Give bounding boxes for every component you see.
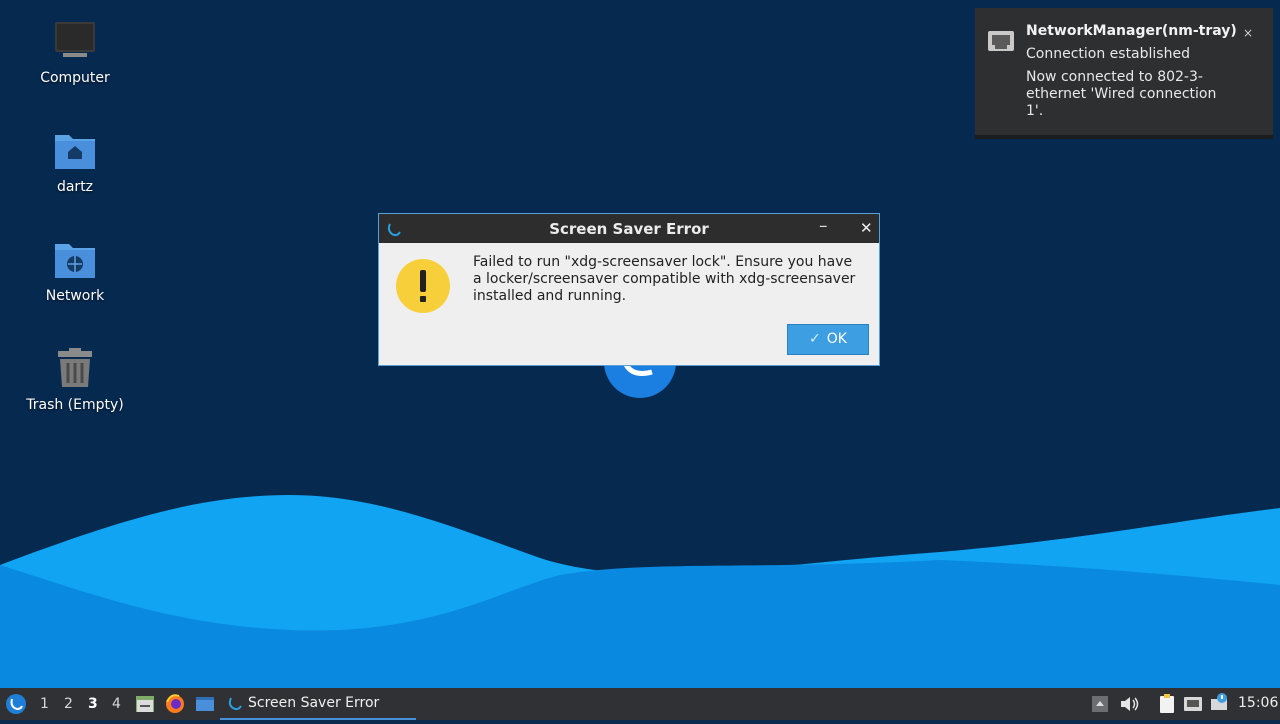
file-manager-icon bbox=[136, 696, 154, 712]
desktop-icon-network[interactable]: Network bbox=[20, 238, 130, 304]
desktop-icon-label: Computer bbox=[40, 70, 110, 86]
notification-tray-button[interactable] bbox=[1208, 688, 1230, 720]
notification-popup[interactable]: NetworkManager(nm-tray) Connection estab… bbox=[975, 8, 1273, 139]
volume-icon bbox=[1121, 697, 1139, 711]
desktop-icon-computer[interactable]: Computer bbox=[20, 20, 130, 86]
clock[interactable]: 15:06 bbox=[1238, 695, 1278, 711]
show-desktop-button[interactable] bbox=[194, 688, 216, 720]
notification-title: NetworkManager(nm-tray) bbox=[1026, 23, 1237, 39]
home-folder-icon bbox=[53, 129, 97, 173]
notification-icon bbox=[1211, 693, 1227, 710]
desktop-icon-label: Trash (Empty) bbox=[26, 397, 124, 413]
dialog-title: Screen Saver Error bbox=[549, 220, 709, 238]
computer-icon bbox=[53, 20, 97, 64]
lxqt-menu-icon bbox=[6, 694, 26, 714]
dialog-message: Failed to run "xdg-screensaver lock". En… bbox=[473, 254, 856, 304]
firefox-icon bbox=[166, 694, 184, 713]
warning-icon bbox=[395, 258, 451, 318]
arrow-up-icon bbox=[1092, 696, 1108, 712]
desktop-icon-label: Network bbox=[45, 288, 105, 304]
desktop-icon bbox=[196, 697, 214, 711]
minimize-button[interactable]: – bbox=[819, 216, 828, 236]
desktop-icon-home[interactable]: dartz bbox=[20, 129, 130, 195]
notification-summary: Connection established bbox=[1026, 46, 1190, 62]
file-manager-launcher[interactable] bbox=[134, 688, 156, 720]
network-tray-button[interactable] bbox=[1182, 688, 1204, 720]
task-label: Screen Saver Error bbox=[248, 695, 380, 711]
firefox-launcher[interactable] bbox=[164, 688, 186, 720]
clipboard-icon bbox=[1160, 694, 1174, 713]
dialog-titlebar[interactable]: Screen Saver Error – ✕ bbox=[379, 214, 879, 243]
start-menu-button[interactable] bbox=[4, 688, 28, 720]
clipboard-button[interactable] bbox=[1156, 688, 1178, 720]
network-folder-icon bbox=[53, 238, 97, 282]
screen-saver-error-dialog: Screen Saver Error – ✕ Failed to run "xd… bbox=[378, 213, 880, 366]
desktop: Computer dartz Network Trash (Empty) Net… bbox=[0, 0, 1280, 688]
task-screen-saver-error[interactable]: Screen Saver Error bbox=[220, 688, 416, 720]
checkmark-icon: ✓ bbox=[809, 331, 821, 347]
ok-button-label: OK bbox=[826, 331, 847, 347]
close-button[interactable]: ✕ bbox=[860, 219, 873, 237]
workspace-1[interactable]: 1 bbox=[40, 696, 49, 712]
desktop-icon-label: dartz bbox=[56, 179, 94, 195]
ok-button[interactable]: ✓ OK bbox=[787, 324, 869, 355]
workspace-2[interactable]: 2 bbox=[64, 696, 73, 712]
notification-close-button[interactable]: × bbox=[1243, 26, 1253, 40]
workspace-4[interactable]: 4 bbox=[112, 696, 121, 712]
notification-body: Now connected to 802-3-ethernet 'Wired c… bbox=[1026, 69, 1217, 119]
desktop-icon-trash[interactable]: Trash (Empty) bbox=[20, 347, 130, 413]
workspace-3[interactable]: 3 bbox=[88, 696, 98, 712]
trash-icon bbox=[53, 347, 97, 391]
network-wired-icon bbox=[987, 30, 1015, 58]
lxqt-app-icon bbox=[228, 697, 242, 711]
volume-button[interactable] bbox=[1118, 688, 1140, 720]
taskbar: 1 2 3 4 Screen Saver Error 15:06 bbox=[0, 688, 1280, 720]
tray-expand-button[interactable] bbox=[1090, 688, 1110, 720]
network-wired-icon bbox=[1184, 697, 1202, 711]
